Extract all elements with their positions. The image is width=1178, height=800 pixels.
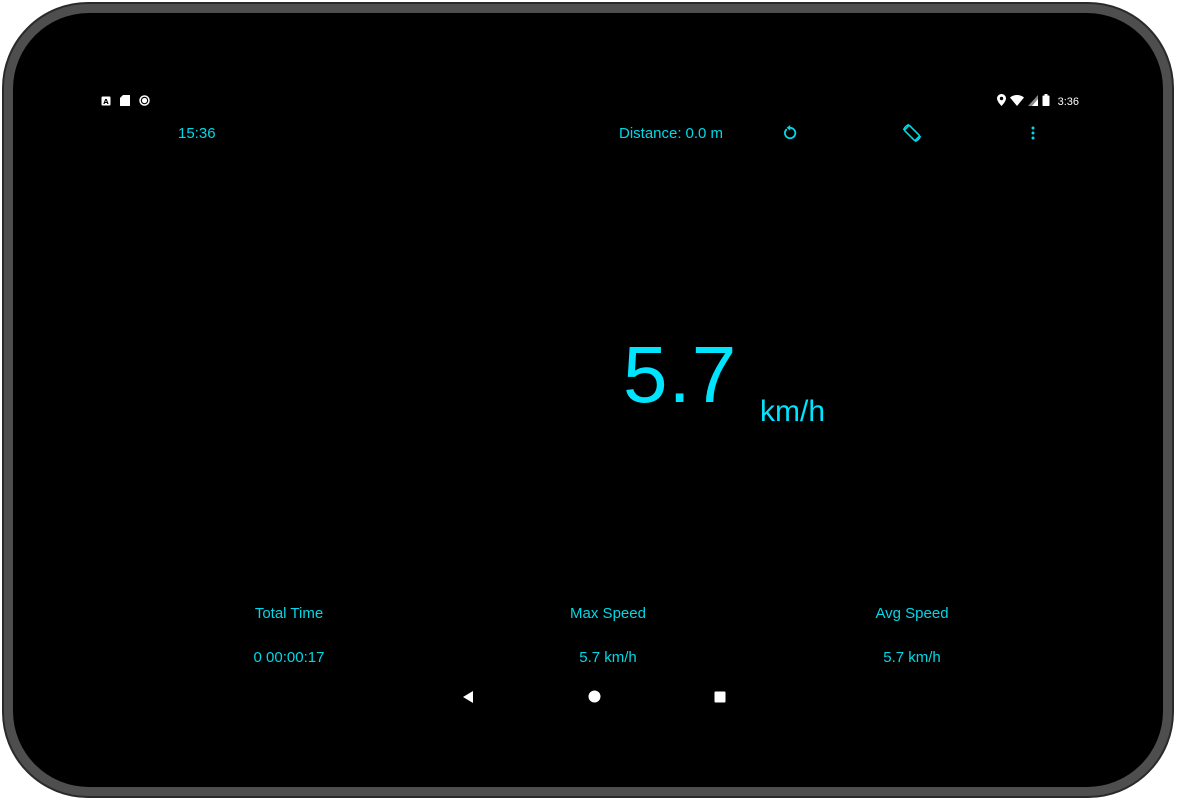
status-bar-system: 3:36 — [996, 93, 1079, 111]
max-speed-label: Max Speed — [570, 605, 646, 622]
overflow-menu-button[interactable] — [1021, 123, 1045, 147]
current-clock: 15:36 — [178, 125, 216, 142]
status-bar: A 3:36 — [13, 93, 1163, 108]
app-bar: 15:36 Distance: 0.0 m — [13, 123, 1163, 147]
back-icon — [462, 690, 474, 708]
wifi-icon — [1009, 93, 1024, 111]
screen-rotation-icon — [902, 123, 922, 148]
svg-text:A: A — [103, 98, 109, 106]
status-bar-time: 3:36 — [1057, 96, 1079, 108]
recents-button[interactable] — [709, 689, 731, 709]
sd-card-icon — [120, 93, 130, 111]
navigation-bar — [13, 689, 1163, 709]
reset-button[interactable] — [778, 123, 802, 147]
status-bar-notifications: A — [101, 93, 150, 111]
distance-label: Distance: — [619, 125, 682, 142]
total-time-label: Total Time — [254, 605, 324, 622]
max-speed-value: 5.7 km/h — [579, 649, 637, 666]
distance-readout: Distance: 0.0 m — [619, 125, 723, 142]
screen-rotation-button[interactable] — [900, 123, 924, 147]
signal-icon — [1027, 93, 1038, 111]
back-button[interactable] — [457, 689, 479, 709]
recents-icon — [714, 690, 726, 708]
avg-speed-label: Avg Speed — [875, 605, 949, 622]
current-speed-value: 5.7 — [623, 330, 738, 419]
screen: A 3:36 15:36 Distance: 0.0 m 5.7 km/h To… — [13, 13, 1163, 787]
home-icon — [588, 690, 601, 708]
distance-value: 0.0 m — [685, 125, 724, 142]
circle-notification-icon — [139, 93, 150, 111]
reset-icon — [782, 124, 798, 146]
location-icon — [996, 93, 1006, 111]
a-notification-icon: A — [101, 93, 111, 111]
avg-speed-value: 5.7 km/h — [883, 649, 941, 666]
home-button[interactable] — [583, 689, 605, 709]
battery-icon — [1042, 93, 1050, 111]
tablet-frame: A 3:36 15:36 Distance: 0.0 m 5.7 km/h To… — [2, 2, 1174, 798]
current-speed-unit: km/h — [760, 395, 826, 428]
total-time-value: 0 00:00:17 — [253, 649, 325, 666]
more-vert-icon — [1031, 126, 1035, 145]
